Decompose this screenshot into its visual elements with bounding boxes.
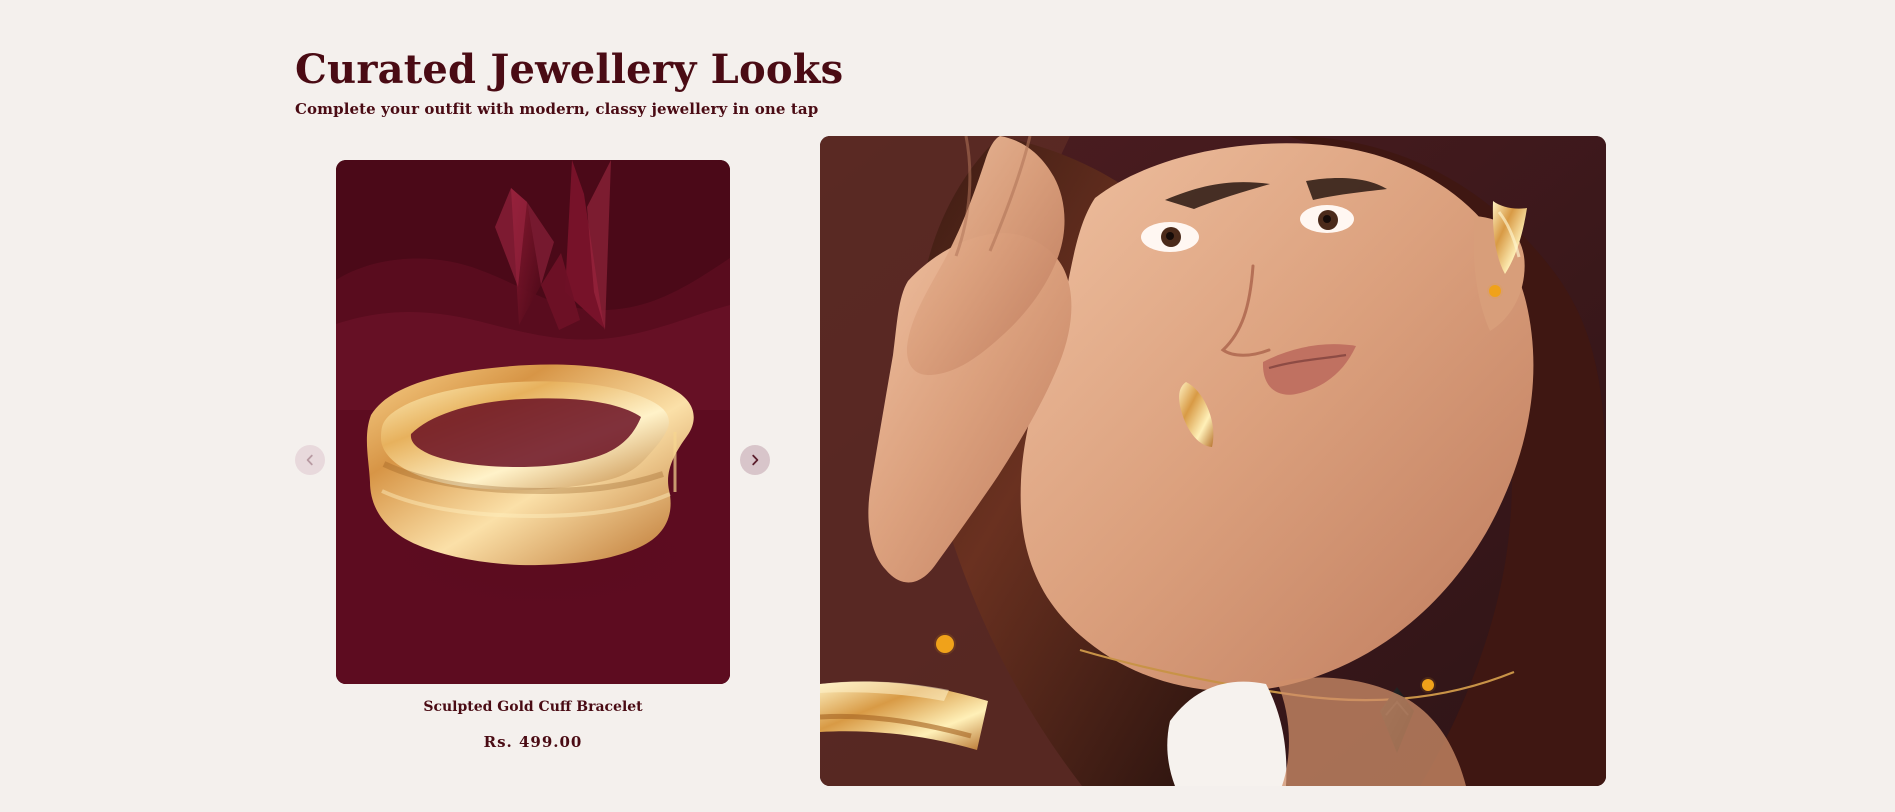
product-carousel: Sculpted Gold Cuff Bracelet Rs. 499.00 (295, 160, 770, 760)
section-heading: Curated Jewellery Looks Complete your ou… (295, 50, 915, 117)
product-name[interactable]: Sculpted Gold Cuff Bracelet (336, 699, 730, 716)
section-subtitle: Complete your outfit with modern, classy… (295, 100, 819, 118)
chevron-right-icon (748, 453, 762, 467)
product-image[interactable] (336, 160, 730, 684)
carousel-next-button[interactable] (740, 445, 770, 475)
product-price: Rs. 499.00 (483, 733, 583, 751)
chevron-left-icon (303, 453, 317, 467)
necklace-hotspot[interactable] (1422, 679, 1434, 691)
earring-hotspot[interactable] (1489, 285, 1501, 297)
section-title: Curated Jewellery Looks (295, 46, 844, 93)
curated-jewellery-section: Curated Jewellery Looks Complete your ou… (0, 0, 1895, 812)
carousel-prev-button[interactable] (295, 445, 325, 475)
lookbook-image (820, 136, 1606, 786)
product-card[interactable]: Sculpted Gold Cuff Bracelet Rs. 499.00 (336, 160, 730, 751)
bracelet-hotspot[interactable] (936, 635, 954, 653)
